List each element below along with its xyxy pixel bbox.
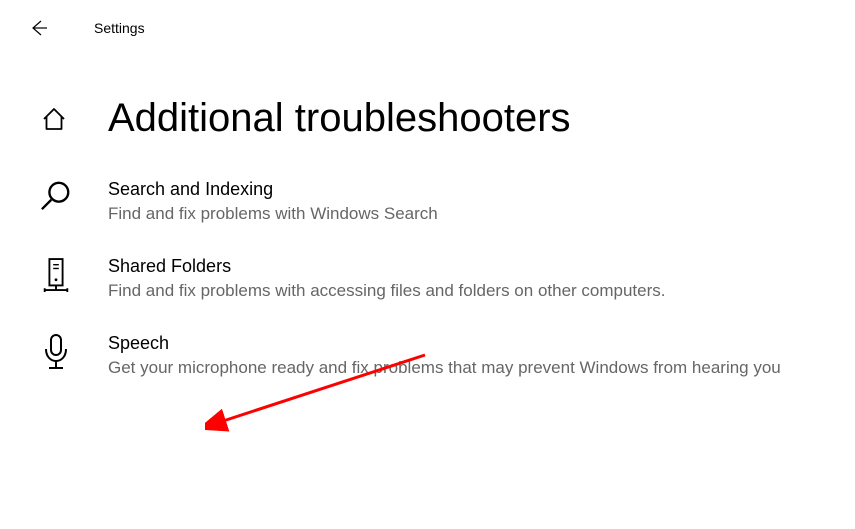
troubleshooter-shared-folders[interactable]: Shared Folders Find and fix problems wit… <box>40 248 815 325</box>
troubleshooter-list: Search and Indexing Find and fix problem… <box>0 171 855 401</box>
home-icon[interactable] <box>40 105 68 133</box>
back-button[interactable] <box>24 14 52 42</box>
server-icon <box>40 256 72 296</box>
item-title: Search and Indexing <box>108 179 815 200</box>
item-description: Find and fix problems with accessing fil… <box>108 279 815 303</box>
item-description: Find and fix problems with Windows Searc… <box>108 202 815 226</box>
item-content: Shared Folders Find and fix problems wit… <box>108 256 815 303</box>
page-title-row: Additional troubleshooters <box>0 56 855 171</box>
item-title: Shared Folders <box>108 256 815 277</box>
header-bar: Settings <box>0 0 855 56</box>
item-content: Speech Get your microphone ready and fix… <box>108 333 815 380</box>
troubleshooter-speech[interactable]: Speech Get your microphone ready and fix… <box>40 325 815 402</box>
item-content: Search and Indexing Find and fix problem… <box>108 179 815 226</box>
page-title: Additional troubleshooters <box>108 96 571 141</box>
back-arrow-icon <box>28 18 48 38</box>
microphone-icon <box>40 333 72 373</box>
search-icon <box>40 179 72 219</box>
item-description: Get your microphone ready and fix proble… <box>108 356 815 380</box>
item-title: Speech <box>108 333 815 354</box>
troubleshooter-search-indexing[interactable]: Search and Indexing Find and fix problem… <box>40 171 815 248</box>
header-title: Settings <box>94 20 145 36</box>
